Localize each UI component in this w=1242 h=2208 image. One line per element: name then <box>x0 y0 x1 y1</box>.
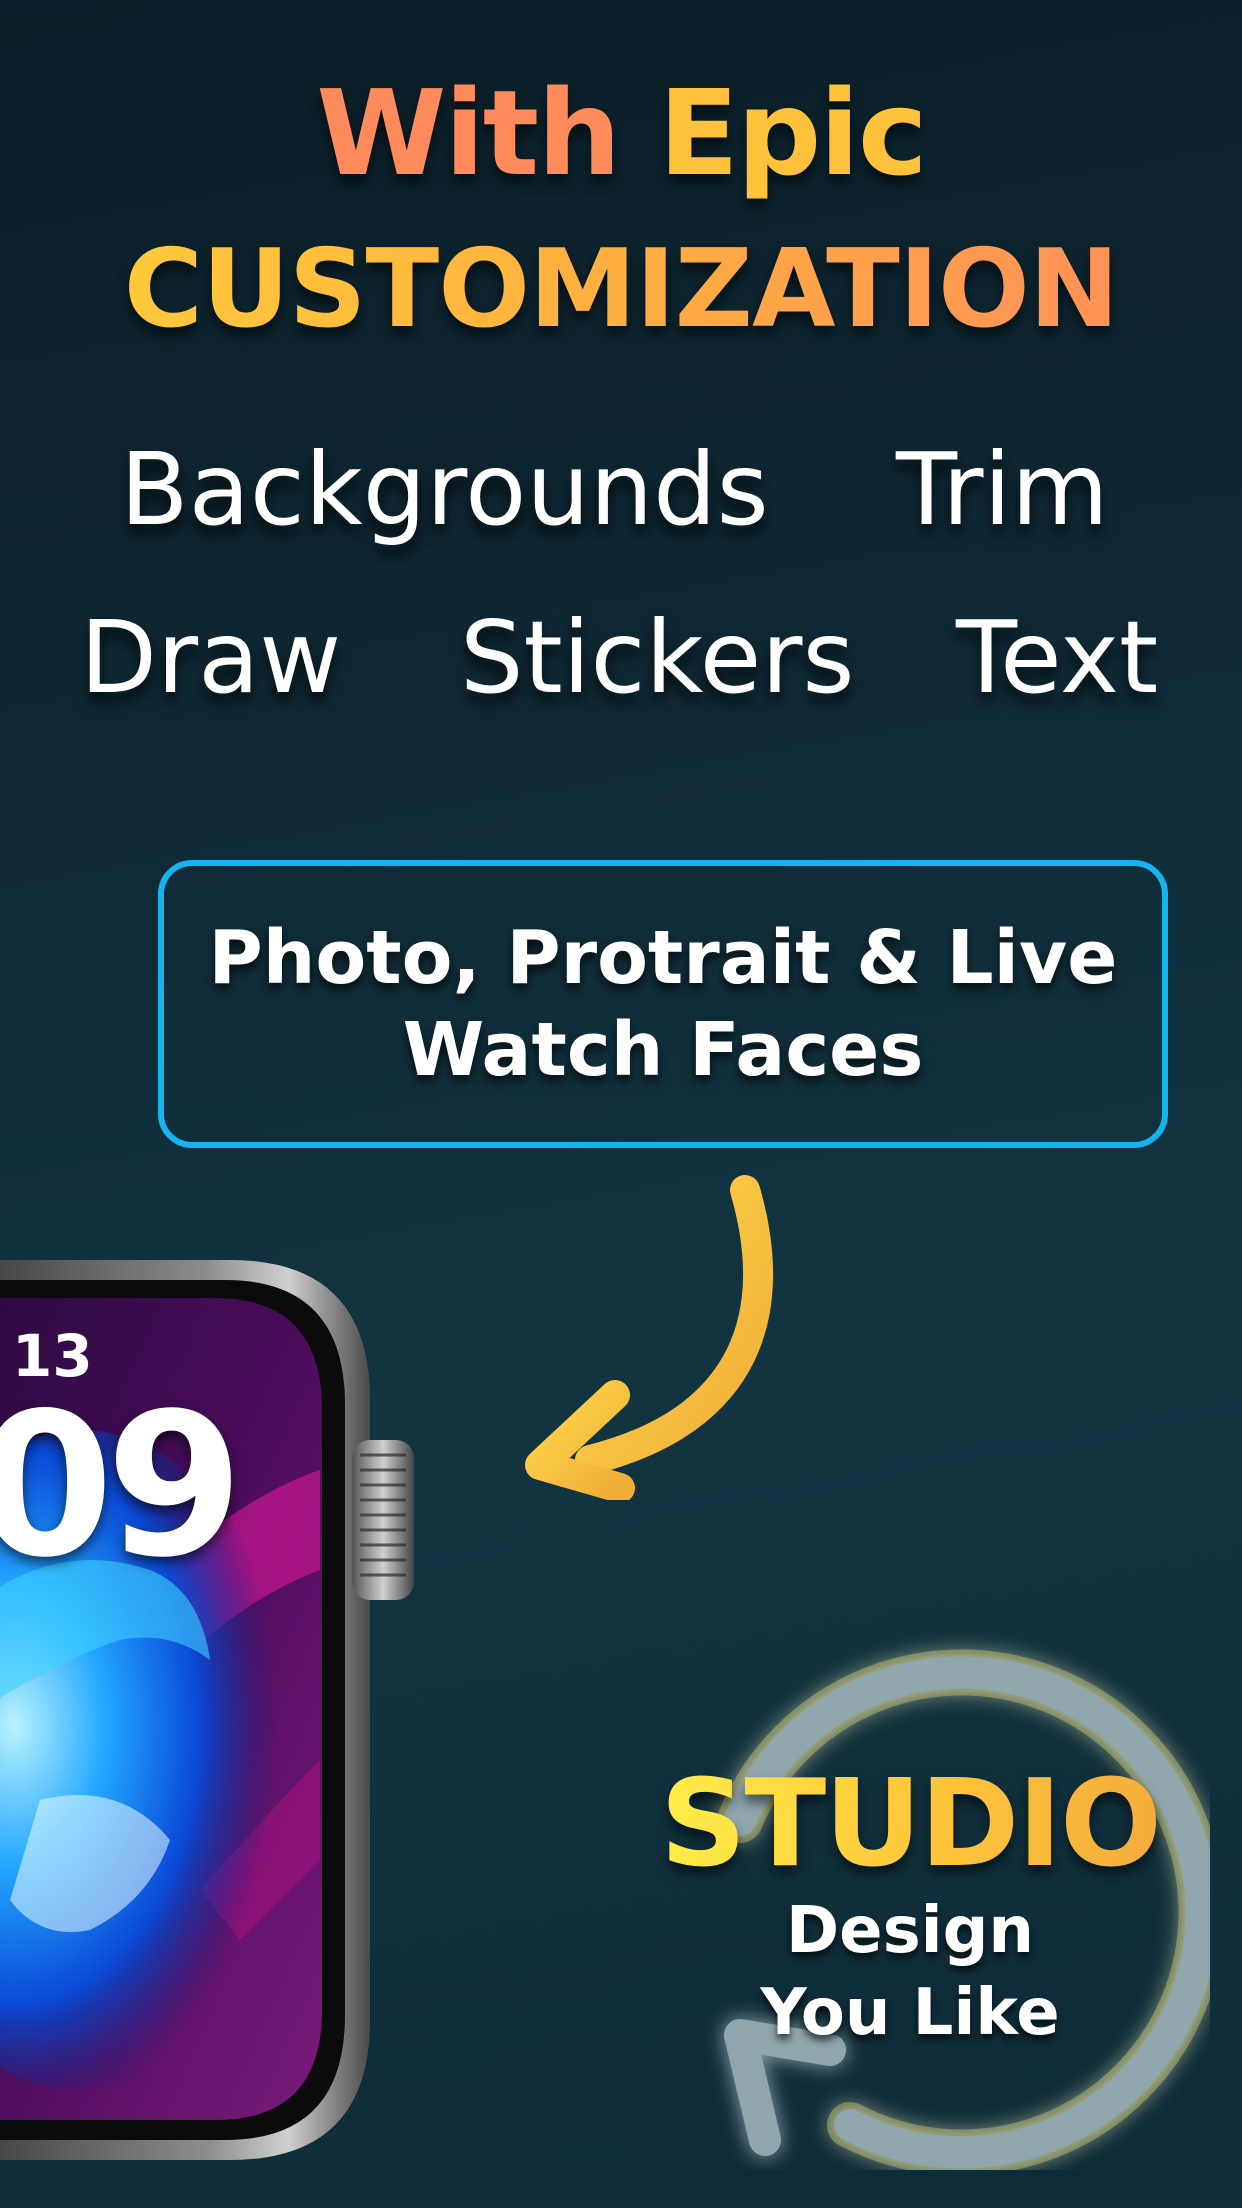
promo-screen: With Epic CUSTOMIZATION Backgrounds Trim… <box>0 0 1242 2208</box>
watch-time: 09 <box>0 1370 244 1601</box>
feature-draw: Draw <box>80 599 342 716</box>
feature-stickers: Stickers <box>460 599 855 716</box>
callout-line-2: Watch Faces <box>402 1007 924 1093</box>
feature-trim: Trim <box>896 431 1109 548</box>
headline-customization: CUSTOMIZATION <box>0 225 1242 355</box>
studio-tagline-line-2: You Like <box>760 1976 1060 2050</box>
headline-word-epic: Epic <box>658 64 927 202</box>
curved-arrow-icon <box>525 1175 774 1500</box>
callout-line-1: Photo, Protrait & Live <box>208 915 1118 1001</box>
feature-backgrounds: Backgrounds <box>120 431 769 548</box>
feature-text: Text <box>956 599 1159 716</box>
headline-word-with: With <box>316 64 621 202</box>
studio-tagline: Design You Like <box>630 1890 1190 2054</box>
watch-faces-callout: Photo, Protrait & Live Watch Faces <box>158 860 1168 1148</box>
studio-title: STUDIO <box>630 1755 1190 1895</box>
headline-line-1: With Epic <box>0 58 1242 208</box>
studio-tagline-line-1: Design <box>786 1894 1034 1968</box>
